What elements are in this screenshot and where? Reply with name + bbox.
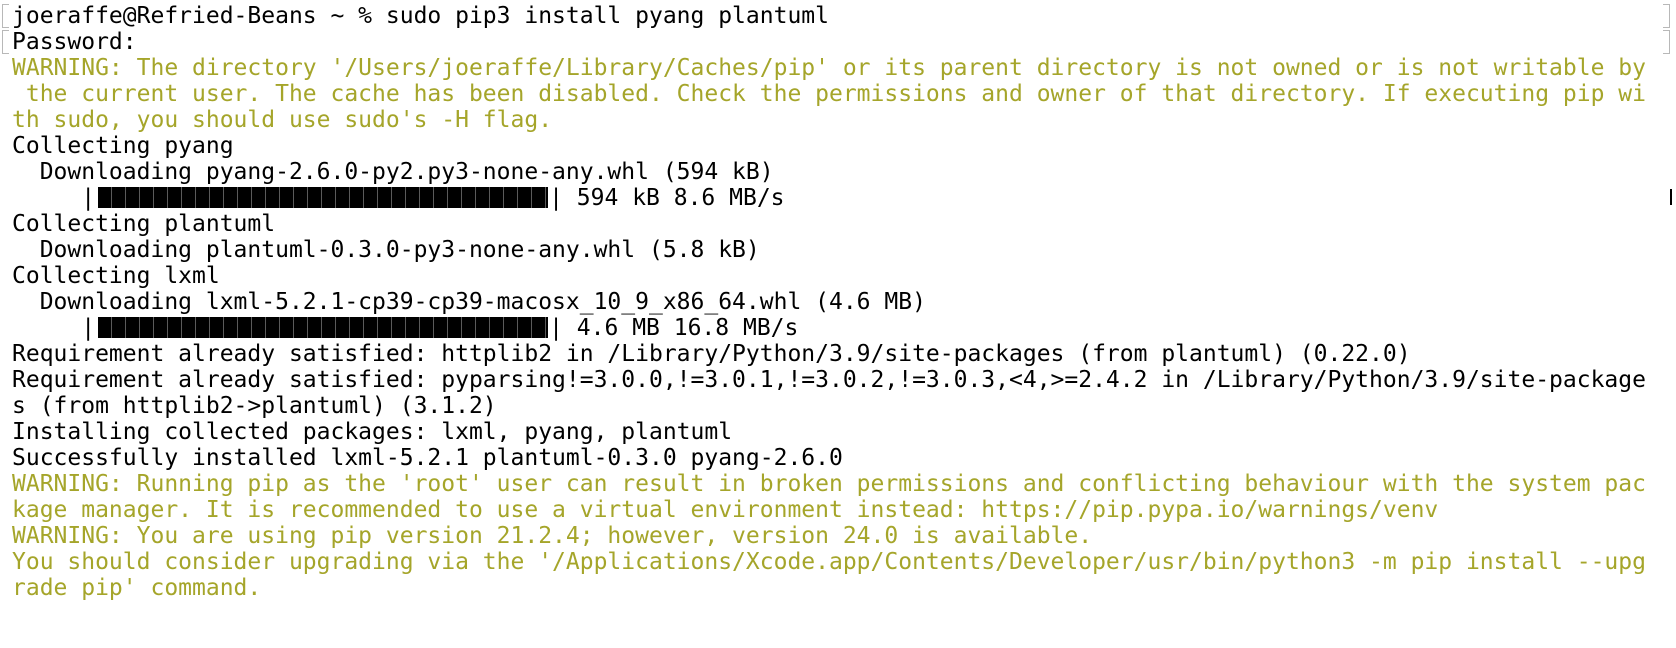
warning-line: the current user. The cache has been dis… xyxy=(12,81,1646,107)
output-line: Collecting lxml xyxy=(12,263,220,289)
progress-bar-lxml xyxy=(98,317,549,338)
password-prompt: Password: xyxy=(12,29,137,55)
output-line: Collecting plantuml xyxy=(12,211,276,237)
scroll-edge-mark xyxy=(1670,189,1676,205)
progress-line-lxml: | | 4.6 MB 16.8 MB/s xyxy=(12,314,798,342)
line-marker-right xyxy=(1663,4,1670,28)
output-line: Downloading pyang-2.6.0-py2.py3-none-any… xyxy=(12,159,774,185)
prompt-line: joeraffe@Refried-Beans ~ % sudo pip3 ins… xyxy=(12,2,829,30)
progress-end: | xyxy=(549,185,563,211)
line-marker-left xyxy=(2,4,9,28)
progress-bar-pyang xyxy=(98,187,549,208)
progress-stats-lxml: 4.6 MB 16.8 MB/s xyxy=(562,315,799,341)
warning-line: kage manager. It is recommended to use a… xyxy=(12,497,1439,523)
warning-line: rade pip' command. xyxy=(12,575,262,601)
warning-line: WARNING: You are using pip version 21.2.… xyxy=(12,523,1093,549)
progress-end: | xyxy=(549,315,563,341)
warning-line: WARNING: Running pip as the 'root' user … xyxy=(12,471,1646,497)
progress-indent: | xyxy=(12,315,96,341)
output-line: Collecting pyang xyxy=(12,133,234,159)
warning-line: th sudo, you should use sudo's -H flag. xyxy=(12,107,553,133)
line-marker-left xyxy=(2,30,9,54)
output-line: s (from httplib2->plantuml) (3.1.2) xyxy=(12,393,497,419)
output-line: Requirement already satisfied: httplib2 … xyxy=(12,341,1411,367)
warning-line: You should consider upgrading via the '/… xyxy=(12,549,1646,575)
line-marker-right xyxy=(1663,30,1670,54)
output-line: Downloading lxml-5.2.1-cp39-cp39-macosx_… xyxy=(12,289,926,315)
output-line: Successfully installed lxml-5.2.1 plantu… xyxy=(12,445,843,471)
warning-line: WARNING: The directory '/Users/joeraffe/… xyxy=(12,55,1646,81)
progress-stats-pyang: 594 kB 8.6 MB/s xyxy=(562,185,785,211)
progress-line-pyang: | | 594 kB 8.6 MB/s xyxy=(12,184,785,212)
command-text: sudo pip3 install pyang plantuml xyxy=(385,3,829,29)
output-line: Downloading plantuml-0.3.0-py3-none-any.… xyxy=(12,237,760,263)
terminal-window[interactable]: joeraffe@Refried-Beans ~ % sudo pip3 ins… xyxy=(0,0,1676,648)
output-line: Requirement already satisfied: pyparsing… xyxy=(12,367,1646,393)
shell-prompt: joeraffe@Refried-Beans ~ % xyxy=(12,3,386,29)
output-line: Installing collected packages: lxml, pya… xyxy=(12,419,733,445)
progress-indent: | xyxy=(12,185,96,211)
